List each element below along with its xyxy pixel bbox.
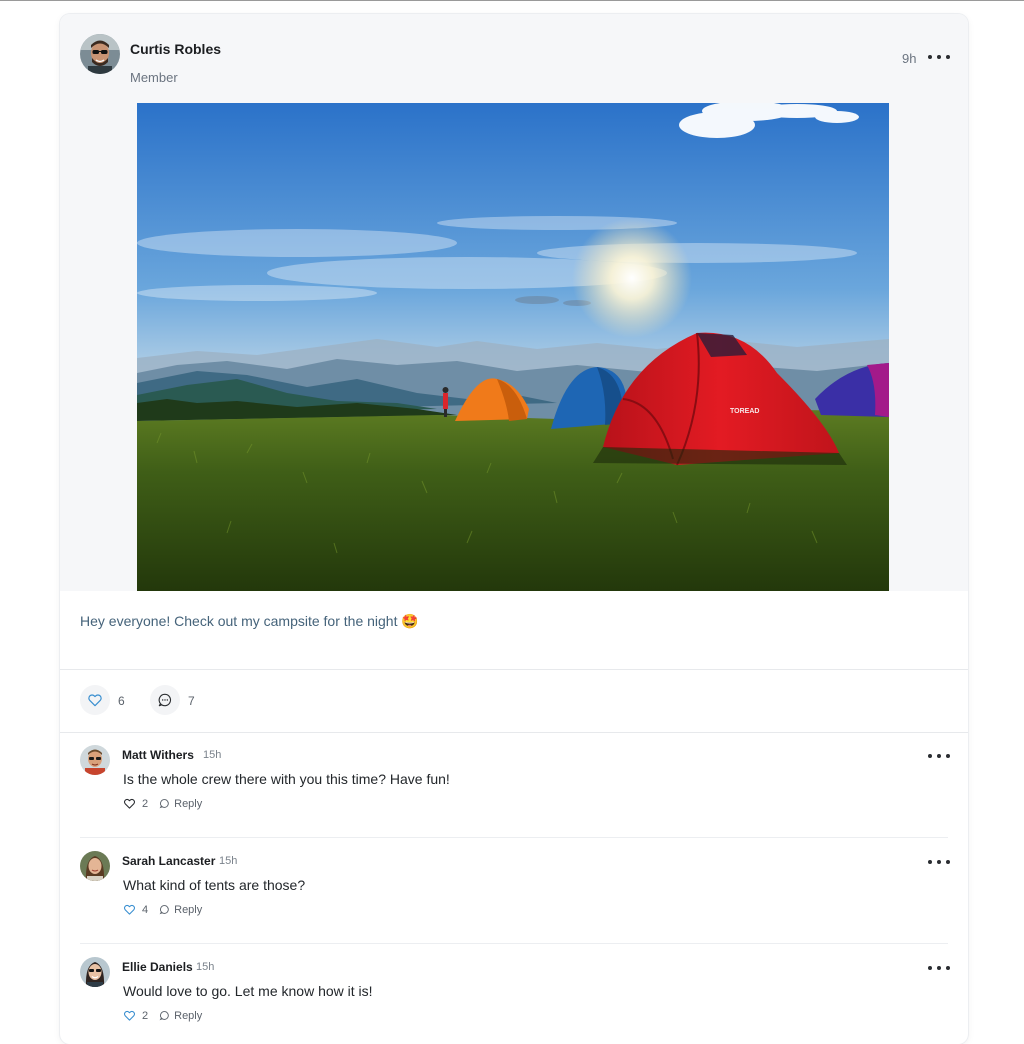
- comment-like-count: 2: [142, 1009, 149, 1022]
- comment-like-count: 2: [142, 797, 149, 810]
- author-role: Member: [130, 70, 178, 85]
- reply-label: Reply: [174, 903, 203, 916]
- comment-actions: 4 Reply: [123, 903, 202, 916]
- commenter-name[interactable]: Sarah Lancaster: [122, 854, 215, 868]
- more-horizontal-icon: [928, 55, 932, 59]
- more-horizontal-icon: [928, 754, 932, 758]
- post-media-area: TOREAD: [60, 101, 968, 591]
- heart-icon: [123, 1010, 136, 1021]
- post-header: Curtis Robles Member 9h: [60, 14, 968, 104]
- post-image[interactable]: TOREAD: [137, 101, 889, 591]
- more-horizontal-icon: [928, 860, 932, 864]
- comment-count: 7: [188, 694, 195, 708]
- star-struck-emoji: 🤩: [401, 613, 419, 629]
- heart-icon: [88, 694, 102, 707]
- comment-like-button[interactable]: [123, 1009, 136, 1022]
- comment-bubble-icon: [159, 799, 169, 809]
- post-reactions-bar: 6 7: [60, 670, 968, 733]
- commenter-name[interactable]: Matt Withers: [122, 748, 194, 762]
- post-timestamp: 9h: [902, 51, 917, 66]
- comment-timestamp: 15h: [196, 961, 215, 973]
- comment-reply-button[interactable]: Reply: [159, 1010, 202, 1022]
- like-button[interactable]: [80, 685, 110, 715]
- commenter-avatar[interactable]: [80, 957, 110, 987]
- commenter-avatar[interactable]: [80, 851, 110, 881]
- like-count: 6: [118, 694, 125, 708]
- comment-timestamp: 15h: [219, 855, 238, 867]
- comment-more-options-button[interactable]: [928, 856, 950, 868]
- comment-more-options-button[interactable]: [928, 750, 950, 762]
- comment-reply-button[interactable]: Reply: [159, 798, 202, 810]
- comment-item: Ellie Daniels 15h Would love to go. Let …: [60, 945, 968, 1044]
- post-text: Hey everyone! Check out my campsite for …: [80, 613, 398, 629]
- comment-item: Matt Withers 15h Is the whole crew there…: [60, 733, 968, 838]
- heart-icon: [123, 904, 136, 915]
- post-more-options-button[interactable]: [928, 51, 950, 63]
- commenter-avatar[interactable]: [80, 745, 110, 775]
- reply-label: Reply: [174, 797, 203, 810]
- comment-bubble-icon: [159, 1011, 169, 1021]
- post-content: Hey everyone! Check out my campsite for …: [80, 613, 419, 630]
- reply-label: Reply: [174, 1009, 203, 1022]
- comment-divider: [80, 943, 948, 944]
- heart-icon: [123, 798, 136, 809]
- tent-brand-label: TOREAD: [730, 408, 759, 415]
- comment-bubble-icon: [159, 905, 169, 915]
- comment-item: Sarah Lancaster 15h What kind of tents a…: [60, 839, 968, 944]
- comment-like-count: 4: [142, 903, 149, 916]
- comment-more-options-button[interactable]: [928, 962, 950, 974]
- window-top-border: [0, 0, 1024, 1]
- comment-timestamp: 15h: [203, 749, 222, 761]
- activity-post-card: Curtis Robles Member 9h TOREAD Hey every…: [60, 14, 968, 1044]
- more-horizontal-icon: [928, 966, 932, 970]
- comment-button[interactable]: [150, 685, 180, 715]
- comment-like-button[interactable]: [123, 797, 136, 810]
- comment-reply-button[interactable]: Reply: [159, 904, 202, 916]
- commenter-name[interactable]: Ellie Daniels: [122, 960, 193, 974]
- post-body: Hey everyone! Check out my campsite for …: [60, 591, 968, 670]
- comment-like-button[interactable]: [123, 903, 136, 916]
- comment-text: What kind of tents are those?: [123, 877, 306, 893]
- comment-text: Would love to go. Let me know how it is!: [123, 983, 373, 999]
- author-name[interactable]: Curtis Robles: [130, 41, 221, 57]
- comment-actions: 2 Reply: [123, 1009, 202, 1022]
- comment-actions: 2 Reply: [123, 797, 202, 810]
- comment-text: Is the whole crew there with you this ti…: [123, 771, 450, 787]
- author-avatar[interactable]: [80, 34, 120, 74]
- comment-bubble-icon: [158, 693, 172, 707]
- comment-divider: [80, 837, 948, 838]
